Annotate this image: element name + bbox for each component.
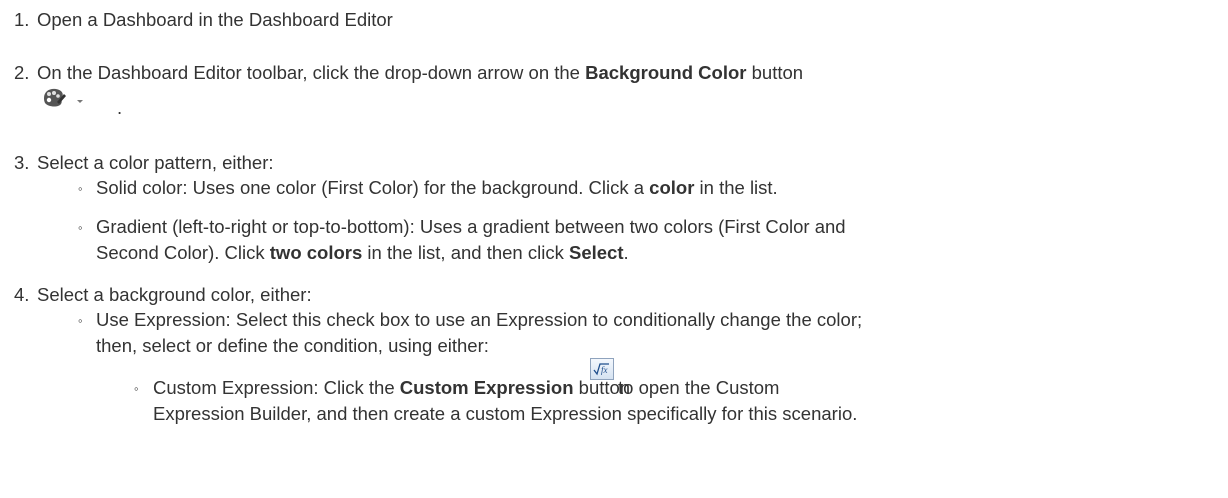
background-color-button-icon (40, 85, 100, 111)
bullet-text: Use Expression: Select this check box to… (96, 309, 863, 330)
step-text: Select a color pattern, either: (37, 152, 274, 173)
sub-bullet-marker: ◦ (134, 381, 139, 396)
palette-dropdown-icon (44, 88, 83, 107)
bullet-text: Solid color: Uses one color (First Color… (96, 177, 778, 198)
step-text: Select a background color, either: (37, 284, 312, 305)
step-text: Open a Dashboard in the Dashboard Editor (37, 9, 393, 30)
bullet-marker: ◦ (78, 181, 83, 196)
svg-text:fx: fx (601, 365, 608, 375)
step-number: 1. (14, 9, 30, 30)
instructions-document: 1. Open a Dashboard in the Dashboard Edi… (0, 0, 1228, 498)
step-text: On the Dashboard Editor toolbar, click t… (37, 62, 804, 83)
ui-label: Background Color (585, 62, 747, 83)
step-number: 4. (14, 284, 30, 305)
bullet-text-cont: Second Color). Click two colors in the l… (96, 242, 629, 263)
bullet-marker: ◦ (78, 220, 83, 235)
bullet-text: Gradient (left-to-right or top-to-bottom… (96, 216, 846, 237)
step-number: 2. (14, 62, 30, 83)
sub-bullet-text: Custom Expression: Click the Custom Expr… (153, 377, 631, 398)
custom-expression-icon: fx (590, 358, 614, 380)
step-number: 3. (14, 152, 30, 173)
bullet-marker: ◦ (78, 313, 83, 328)
trailing-period: . (117, 97, 123, 118)
sub-bullet-text-after-icon: to open the Custom (618, 377, 780, 398)
sub-bullet-text-cont: Expression Builder, and then create a cu… (153, 403, 858, 424)
bullet-text-cont: then, select or define the condition, us… (96, 335, 489, 356)
